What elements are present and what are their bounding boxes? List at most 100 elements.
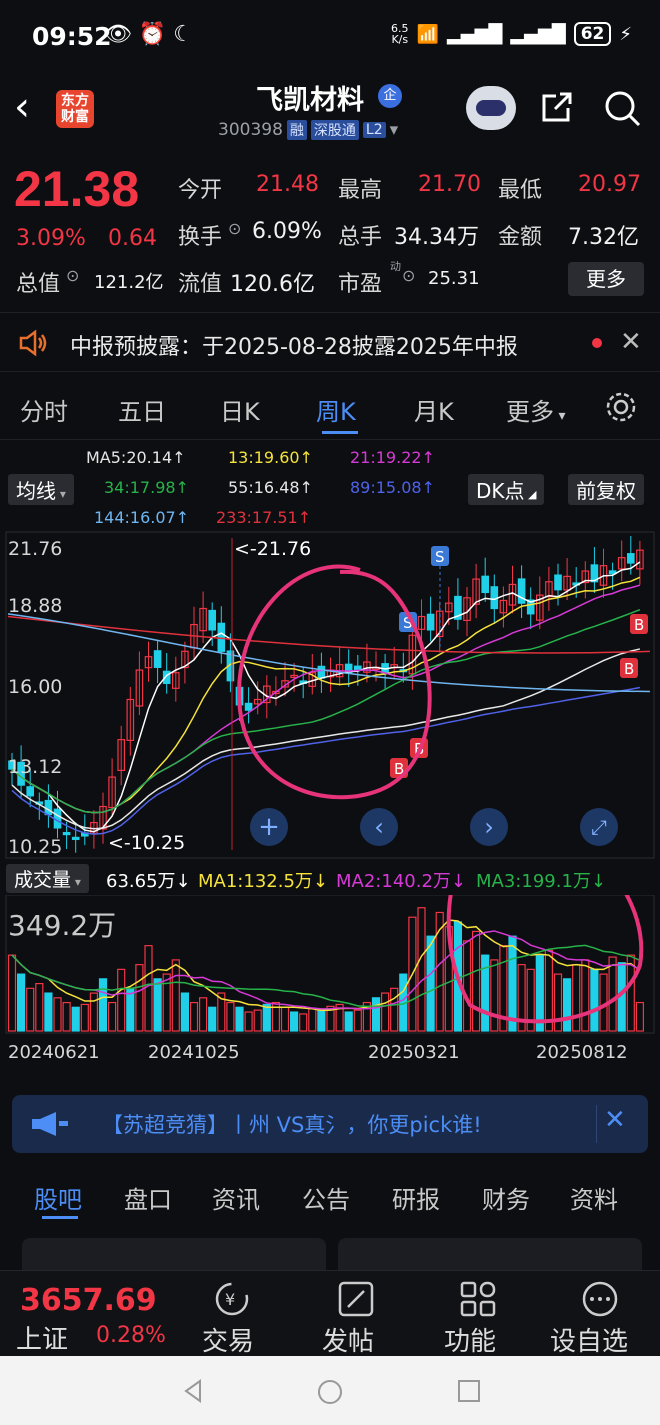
watchlist-label[interactable]: 设自选 [550,1321,628,1358]
candle-body [354,665,362,671]
share-icon[interactable] [538,88,576,126]
enterprise-badge: 企 [378,84,402,108]
change-percent: 3.09% [16,226,86,251]
volume-bar [117,968,126,1032]
volume-bar [171,959,180,1032]
promo-banner[interactable]: 【苏超竞猜】丨州 VS真氵，你更pick谁! ✕ [12,1095,648,1153]
volume-selector[interactable]: 成交量 ▾ [6,864,89,893]
date-label: 20240621 [8,1042,100,1063]
notice-bar[interactable]: 中报预披露：于2025-08-28披露2025年中报 ✕ [0,312,660,372]
volume-bar [180,992,189,1032]
volume-bar [189,1001,199,1032]
tab-research[interactable]: 研报 [392,1180,440,1215]
zoom-in-button[interactable]: + [250,808,288,846]
candle-body [554,574,562,591]
function-label[interactable]: 功能 [444,1321,496,1358]
tab-daily-k[interactable]: 日K [220,392,260,427]
float-label: 流值 [178,272,223,297]
candle-body [481,575,490,594]
volume-bar [299,1013,308,1032]
volume-bar [317,1009,326,1032]
watchlist-icon[interactable] [578,1277,622,1321]
volume-bar [44,992,53,1032]
post-icon[interactable] [334,1277,378,1321]
volume-bar [308,1007,317,1032]
tab-five-day[interactable]: 五日 [118,392,166,427]
dk-point-label: DK点 [476,479,525,503]
low-marker: <-10.25 [108,832,186,854]
app-logo[interactable]: 东方 财富 [56,90,94,128]
change-amount: 0.64 [108,226,157,251]
nav-back-icon[interactable] [180,1378,206,1404]
volume-bar [89,992,99,1032]
stock-code-line[interactable]: 300398 融 深股通 L2 ▾ [218,120,398,140]
bottom-toolbar: 3657.69 上证 0.28% ¥ 交易 发帖 功能 设自选 [0,1270,660,1358]
tab-finance[interactable]: 财务 [482,1180,530,1215]
volume-bar [199,997,208,1032]
open-label: 今开 [178,178,223,203]
speaker-icon [19,329,47,357]
dk-point-button[interactable]: DK点 ◢ [468,474,545,505]
tab-profile[interactable]: 资料 [570,1180,618,1215]
volume-bar [80,1003,89,1032]
function-icon[interactable] [456,1277,500,1321]
volume-bar [253,1009,262,1032]
high-label: 最高 [338,178,383,203]
volume-bar [35,982,44,1032]
buy-signal: B [630,614,648,634]
volume-bar [280,1006,290,1032]
candle-body [626,553,635,564]
search-icon[interactable] [602,88,642,128]
candle-body [208,609,217,631]
stock-code: 300398 [218,120,283,140]
info-icon[interactable]: ⊙ [402,266,415,285]
info-icon[interactable]: ⊙ [66,266,79,285]
assistant-robot-icon[interactable] [466,86,516,130]
active-tab-indicator [42,1216,78,1219]
trade-label[interactable]: 交易 [202,1321,254,1358]
fullscreen-button[interactable]: ⤢ [580,808,618,846]
candle-body [153,650,162,668]
volume-bar [371,997,381,1032]
nav-home-icon[interactable] [316,1378,344,1406]
adjust-button[interactable]: 前复权 [568,474,644,505]
kline-chart[interactable]: SSBBBB [0,530,660,860]
pe-value: 25.31 [428,268,480,289]
volume-current: 63.65万↓ [106,871,191,892]
volume-label: 总手 [338,225,383,250]
tab-pankou[interactable]: 盘口 [124,1180,172,1215]
index-value[interactable]: 3657.69 [20,1283,157,1318]
volume-bar [26,987,35,1032]
tab-announcements[interactable]: 公告 [302,1180,350,1215]
volume-bar [353,1009,362,1032]
more-button[interactable]: 更多 [568,262,644,296]
open-value: 21.48 [256,172,319,197]
buy-signal: B [620,658,638,678]
post-label[interactable]: 发帖 [322,1321,374,1358]
scroll-right-button[interactable]: › [470,808,508,846]
trade-icon[interactable]: ¥ [210,1277,254,1321]
svg-text:B: B [634,616,644,634]
clock: 09:52 [32,22,112,51]
scroll-left-button[interactable]: ‹ [360,808,398,846]
tab-more[interactable]: 更多 ▾ [506,392,565,427]
close-icon[interactable]: ✕ [620,327,642,357]
tab-news[interactable]: 资讯 [212,1180,260,1215]
net-speed: 6.5 K/s [391,22,409,46]
info-icon[interactable]: ⊙ [228,219,241,238]
tab-weekly-k[interactable]: 周K [316,392,356,427]
volume-ma2: MA2:140.2万↓ [336,871,466,892]
tab-monthly-k[interactable]: 月K [414,392,454,427]
nav-recents-icon[interactable] [456,1378,482,1404]
ma-line-13: 13:19.60↑ [228,448,313,467]
ma-line-144: 144:16.07↑ [94,508,190,527]
gear-icon[interactable] [604,390,638,424]
close-icon[interactable]: ✕ [604,1105,626,1135]
tab-intraday[interactable]: 分时 [20,392,68,427]
tag-level2: L2 [362,122,386,138]
back-icon[interactable]: ‹ [14,84,30,130]
ma-selector[interactable]: 均线 ▾ [8,474,74,505]
candle-body [317,665,326,679]
charging-icon: ⚡ [619,23,632,45]
tab-guba[interactable]: 股吧 [34,1180,82,1215]
